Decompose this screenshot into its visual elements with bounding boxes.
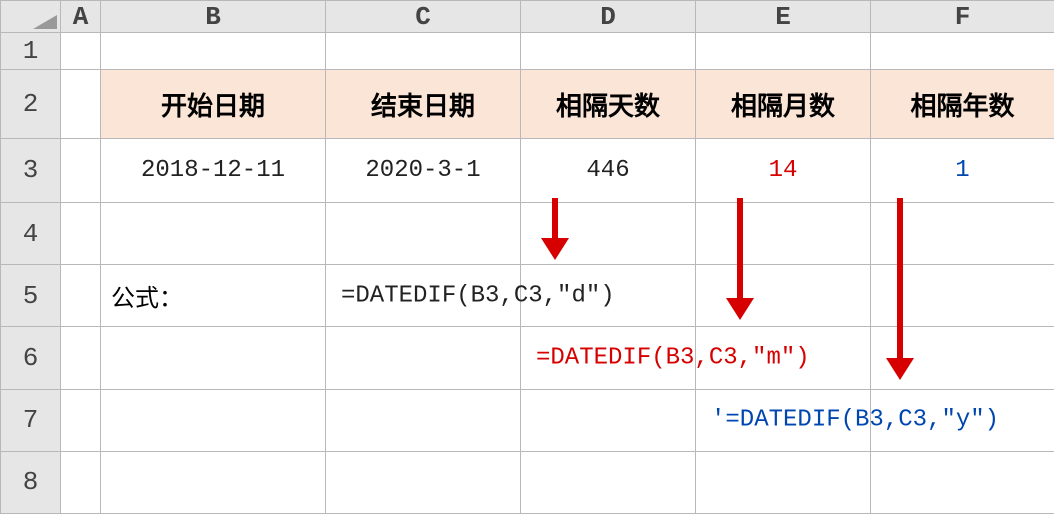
formula-d-text: =DATEDIF(B3,C3,"d") xyxy=(341,282,615,309)
cell-C6[interactable] xyxy=(326,327,521,389)
header-end-date[interactable]: 结束日期 xyxy=(326,70,521,138)
cell-C1[interactable] xyxy=(326,33,521,70)
cell-A1[interactable] xyxy=(61,33,101,70)
cell-D4[interactable] xyxy=(521,203,696,265)
row-header-3[interactable]: 3 xyxy=(1,138,61,202)
cell-formula-d[interactable]: =DATEDIF(B3,C3,"d") xyxy=(326,265,521,327)
row-header-6[interactable]: 6 xyxy=(1,327,61,389)
header-years[interactable]: 相隔年数 xyxy=(871,70,1054,138)
header-start-date[interactable]: 开始日期 xyxy=(101,70,326,138)
cell-E4[interactable] xyxy=(696,203,871,265)
cell-F5[interactable] xyxy=(871,265,1054,327)
row-header-5[interactable]: 5 xyxy=(1,265,61,327)
row-header-1[interactable]: 1 xyxy=(1,33,61,70)
cell-A5[interactable] xyxy=(61,265,101,327)
cell-E1[interactable] xyxy=(696,33,871,70)
col-header-D[interactable]: D xyxy=(521,1,696,33)
row-header-4[interactable]: 4 xyxy=(1,203,61,265)
col-header-B[interactable]: B xyxy=(101,1,326,33)
cell-F4[interactable] xyxy=(871,203,1054,265)
cell-E5[interactable] xyxy=(696,265,871,327)
header-days[interactable]: 相隔天数 xyxy=(521,70,696,138)
cell-B4[interactable] xyxy=(101,203,326,265)
row-header-7[interactable]: 7 xyxy=(1,389,61,451)
cell-formula-m[interactable]: =DATEDIF(B3,C3,"m") xyxy=(521,327,696,389)
cell-D8[interactable] xyxy=(521,451,696,513)
cell-formula-y[interactable]: '=DATEDIF(B3,C3,"y") xyxy=(696,389,871,451)
cell-A3[interactable] xyxy=(61,138,101,202)
formula-label[interactable]: 公式： xyxy=(101,265,326,327)
cell-D7[interactable] xyxy=(521,389,696,451)
cell-A6[interactable] xyxy=(61,327,101,389)
cell-D1[interactable] xyxy=(521,33,696,70)
col-header-A[interactable]: A xyxy=(61,1,101,33)
cell-C8[interactable] xyxy=(326,451,521,513)
cell-years[interactable]: 1 xyxy=(871,138,1054,202)
row-header-2[interactable]: 2 xyxy=(1,70,61,138)
row-header-8[interactable]: 8 xyxy=(1,451,61,513)
header-months[interactable]: 相隔月数 xyxy=(696,70,871,138)
cell-end-date[interactable]: 2020-3-1 xyxy=(326,138,521,202)
cell-C4[interactable] xyxy=(326,203,521,265)
cell-B8[interactable] xyxy=(101,451,326,513)
cell-F8[interactable] xyxy=(871,451,1054,513)
cell-B6[interactable] xyxy=(101,327,326,389)
cell-days[interactable]: 446 xyxy=(521,138,696,202)
cell-months[interactable]: 14 xyxy=(696,138,871,202)
col-header-F[interactable]: F xyxy=(871,1,1054,33)
col-header-E[interactable]: E xyxy=(696,1,871,33)
cell-C7[interactable] xyxy=(326,389,521,451)
spreadsheet: A B C D E F 1 2 开始日期 结束日期 相隔天数 相隔月数 相隔年数… xyxy=(0,0,1054,514)
grid[interactable]: A B C D E F 1 2 开始日期 结束日期 相隔天数 相隔月数 相隔年数… xyxy=(0,0,1054,514)
cell-E8[interactable] xyxy=(696,451,871,513)
cell-A4[interactable] xyxy=(61,203,101,265)
cell-F1[interactable] xyxy=(871,33,1054,70)
cell-A2[interactable] xyxy=(61,70,101,138)
select-all-corner[interactable] xyxy=(1,1,61,33)
col-header-C[interactable]: C xyxy=(326,1,521,33)
formula-y-text: '=DATEDIF(B3,C3,"y") xyxy=(711,407,999,434)
cell-B7[interactable] xyxy=(101,389,326,451)
cell-B1[interactable] xyxy=(101,33,326,70)
cell-A8[interactable] xyxy=(61,451,101,513)
formula-m-text: =DATEDIF(B3,C3,"m") xyxy=(536,344,810,371)
cell-start-date[interactable]: 2018-12-11 xyxy=(101,138,326,202)
cell-A7[interactable] xyxy=(61,389,101,451)
cell-F6[interactable] xyxy=(871,327,1054,389)
